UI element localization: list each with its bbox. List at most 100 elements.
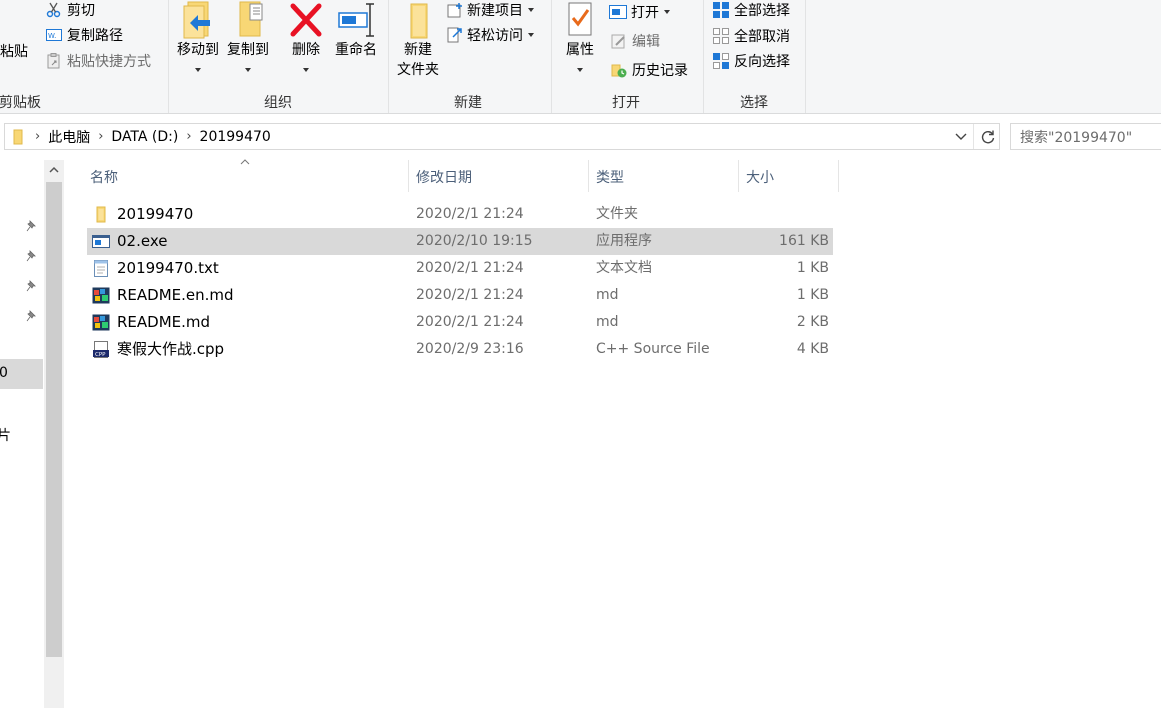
column-divider[interactable] [408, 160, 409, 192]
column-header-date[interactable]: 修改日期 [410, 163, 588, 191]
refresh-icon[interactable] [980, 129, 996, 145]
search-placeholder: 搜索"20199470" [1020, 129, 1133, 146]
file-type: 文件夹 [596, 206, 638, 222]
clipboard-group-label: 剪贴板 [0, 95, 41, 111]
invert-selection-label: 反向选择 [734, 54, 790, 70]
select-none-label: 全部取消 [734, 29, 790, 45]
file-type: 应用程序 [596, 233, 652, 249]
move-to-button[interactable]: 移动到 [174, 0, 222, 80]
address-bar[interactable]: › 此电脑 › DATA (D:) › 20199470 [4, 123, 1000, 150]
file-size: 2 KB [796, 314, 829, 330]
file-date: 2020/2/10 19:15 [416, 233, 533, 249]
cut-label: 剪切 [67, 3, 95, 19]
file-row[interactable]: CPP 寒假大作战.cpp 2020/2/9 23:16 C++ Source … [87, 336, 833, 363]
svg-text:W.: W. [48, 32, 56, 40]
file-name: 寒假大作战.cpp [117, 340, 225, 358]
paste-shortcut-icon [47, 53, 60, 69]
cut-button[interactable]: 剪切 [46, 0, 95, 20]
scrollbar-thumb[interactable] [46, 182, 62, 657]
file-row[interactable]: 20199470.txt 2020/2/1 21:24 文本文档 1 KB [87, 255, 833, 282]
nav-item-selected[interactable]: 0 [0, 359, 43, 389]
file-date: 2020/2/1 21:24 [416, 260, 524, 276]
breadcrumb-chevron-icon: › [98, 129, 104, 144]
open-button[interactable]: 打开 [609, 2, 670, 22]
column-header-type-label: 类型 [596, 170, 624, 186]
invert-selection-button[interactable]: 反向选择 [712, 51, 790, 71]
edit-button[interactable]: 编辑 [611, 31, 660, 51]
file-row[interactable]: 20199470 2020/2/1 21:24 文件夹 [87, 201, 833, 228]
properties-label: 属性 [566, 42, 594, 58]
history-label: 历史记录 [632, 63, 688, 79]
file-row[interactable]: README.en.md 2020/2/1 21:24 md 1 KB [87, 282, 833, 309]
delete-button[interactable]: 删除 [286, 0, 326, 80]
delete-x-icon [290, 3, 322, 37]
file-name: README.md [117, 313, 211, 331]
column-divider[interactable] [838, 160, 839, 192]
file-size: 1 KB [796, 287, 829, 303]
select-all-button[interactable]: 全部选择 [712, 0, 790, 20]
new-folder-label-2: 文件夹 [397, 62, 439, 78]
file-name: 20199470 [117, 205, 194, 223]
chevron-down-icon [528, 8, 534, 12]
column-header-type[interactable]: 类型 [590, 163, 738, 191]
organize-group-label: 组织 [264, 95, 292, 111]
address-dropdown-icon[interactable] [955, 133, 967, 141]
move-to-label: 移动到 [177, 42, 219, 58]
chevron-down-icon [245, 68, 251, 72]
paste-shortcut-button[interactable]: 粘贴快捷方式 [46, 51, 151, 71]
copy-path-label: 复制路径 [67, 28, 123, 44]
delete-label: 删除 [292, 42, 320, 58]
chevron-down-icon [664, 10, 670, 14]
chevron-down-icon [528, 33, 534, 37]
column-header-name-label: 名称 [90, 170, 118, 186]
group-divider [388, 0, 389, 113]
properties-icon [568, 2, 592, 36]
edit-icon [611, 34, 625, 49]
pin-icon[interactable] [26, 280, 38, 292]
easy-access-icon [447, 27, 462, 43]
file-row[interactable]: 02.exe 2020/2/10 19:15 应用程序 161 KB [87, 228, 833, 255]
rename-button[interactable]: 重命名 [330, 0, 382, 60]
scroll-up-arrow-icon[interactable] [44, 160, 64, 180]
rename-icon [338, 3, 374, 37]
easy-access-button[interactable]: 轻松访问 [447, 25, 534, 45]
file-row[interactable]: README.md 2020/2/1 21:24 md 2 KB [87, 309, 833, 336]
open-icon [609, 5, 627, 19]
new-item-button[interactable]: 新建项目 [447, 0, 534, 20]
new-item-label: 新建项目 [467, 3, 523, 19]
file-type: 文本文档 [596, 260, 652, 276]
pin-icon[interactable] [26, 250, 38, 262]
file-size: 4 KB [796, 341, 829, 357]
nav-scrollbar[interactable] [44, 160, 64, 708]
easy-access-label: 轻松访问 [467, 28, 523, 44]
file-size: 161 KB [779, 233, 829, 249]
column-divider[interactable] [588, 160, 589, 192]
file-date: 2020/2/1 21:24 [416, 206, 524, 222]
paste-button[interactable]: 粘贴 [0, 42, 32, 62]
select-none-button[interactable]: 全部取消 [712, 26, 790, 46]
column-header-size-label: 大小 [746, 170, 774, 186]
pin-icon[interactable] [26, 220, 38, 232]
history-button[interactable]: 历史记录 [611, 60, 688, 80]
new-group-label: 新建 [454, 95, 482, 111]
breadcrumb-drive[interactable]: DATA (D:) [111, 129, 178, 145]
column-header-name[interactable]: 名称 [84, 163, 408, 191]
text-file-icon [94, 260, 108, 277]
column-header-size[interactable]: 大小 [740, 163, 838, 191]
copy-path-button[interactable]: W. 复制路径 [46, 25, 123, 45]
pin-icon[interactable] [26, 310, 38, 322]
folder-icon [13, 129, 23, 144]
file-date: 2020/2/1 21:24 [416, 314, 524, 330]
select-group-label: 选择 [740, 95, 768, 111]
search-box[interactable]: 搜索"20199470" [1010, 123, 1161, 150]
copy-to-button[interactable]: 复制到 [224, 0, 272, 80]
copy-to-icon [239, 1, 263, 37]
nav-item-label[interactable]: 片 [0, 425, 11, 445]
new-folder-label-1: 新建 [404, 42, 432, 58]
column-divider[interactable] [738, 160, 739, 192]
breadcrumb-folder[interactable]: 20199470 [200, 129, 271, 145]
svg-text:CPP: CPP [95, 352, 106, 358]
breadcrumb-this-pc[interactable]: 此电脑 [48, 127, 90, 147]
new-folder-button[interactable]: 新建 文件夹 [394, 0, 442, 80]
properties-button[interactable]: 属性 [560, 0, 600, 80]
